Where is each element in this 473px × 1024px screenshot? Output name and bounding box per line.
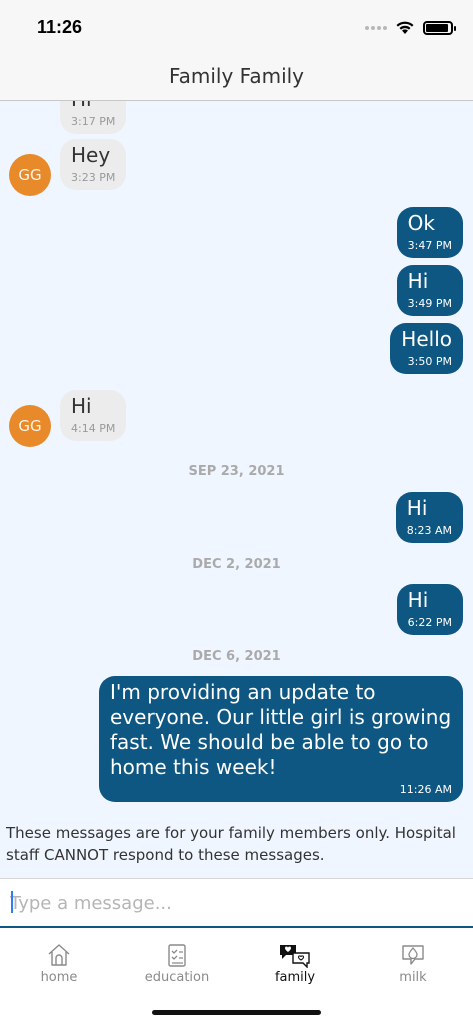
navigation-bar: Family Family [0,52,473,101]
incoming-message-bubble[interactable]: Hi 3:17 PM [60,101,127,134]
message-time: 4:14 PM [71,422,116,435]
message-item: Hello 3:50 PM [390,323,463,374]
message-item: I'm providing an update to everyone. Our… [99,676,463,802]
message-time: 6:22 PM [407,616,452,629]
message-time: 8:23 AM [406,524,452,537]
status-indicators [365,20,456,35]
message-input[interactable] [10,889,460,917]
message-text: Hey [71,143,111,167]
outgoing-message-bubble[interactable]: Ok 3:47 PM [396,207,463,258]
tab-milk[interactable]: milk [354,942,472,985]
message-composer [0,878,473,928]
chat-bubbles-icon [280,945,310,968]
cellular-signal-icon [365,25,387,30]
tab-bar: home education family milk [0,930,473,1024]
message-item: Hi 3:17 PM [60,101,127,134]
message-text: Hi [406,496,428,520]
message-item: Ok 3:47 PM [396,207,463,258]
message-text: Hello [401,327,452,351]
avatar[interactable]: GG [9,154,51,196]
message-time: 3:23 PM [71,171,116,184]
message-time: 11:26 AM [399,783,452,796]
status-time: 11:26 [37,17,83,37]
tab-education[interactable]: education [118,942,236,985]
message-text: Ok [407,211,435,235]
battery-level [426,23,448,32]
tab-label: family [274,970,316,985]
tab-label: home [40,970,78,985]
message-time: 3:49 PM [407,297,452,310]
message-time: 3:47 PM [407,239,452,252]
message-item: Hi 4:14 PM [60,390,127,441]
message-text: I'm providing an update to everyone. Our… [110,680,452,779]
message-item: Hi 6:22 PM [396,584,463,635]
message-time: 3:17 PM [71,115,116,128]
message-item: Hey 3:23 PM [60,139,127,190]
family-only-disclaimer: These messages are for your family membe… [6,824,456,864]
message-item: Hi 8:23 AM [395,492,463,543]
text-cursor [11,891,13,913]
page-title: Family Family [168,64,305,88]
incoming-message-bubble[interactable]: Hi 4:14 PM [60,390,127,441]
home-indicator[interactable] [152,1010,321,1015]
milk-drop-icon [402,945,424,965]
message-text: Hi [407,269,429,293]
checklist-icon [168,944,186,967]
outgoing-message-bubble[interactable]: Hi 8:23 AM [395,492,463,543]
battery-icon [423,20,456,35]
outgoing-message-bubble[interactable]: I'm providing an update to everyone. Our… [99,676,463,802]
avatar[interactable]: GG [9,405,51,447]
outgoing-message-bubble[interactable]: Hi 6:22 PM [396,584,463,635]
tab-home[interactable]: home [0,942,118,985]
incoming-message-bubble[interactable]: Hey 3:23 PM [60,139,127,190]
date-separator: SEP 23, 2021 [188,464,285,479]
message-text: Hi [71,394,92,418]
status-bar: 11:26 [0,0,473,52]
home-icon [48,944,70,966]
message-text: Hi [71,101,115,112]
message-time: 3:50 PM [407,355,452,368]
date-separator: DEC 2, 2021 [192,557,281,572]
date-separator: DEC 6, 2021 [192,649,281,664]
outgoing-message-bubble[interactable]: Hi 3:49 PM [396,265,463,316]
tab-label: milk [399,970,427,985]
message-item: Hi 3:49 PM [396,265,463,316]
message-list[interactable]: Hi 3:17 PM GG Hey 3:23 PM Ok 3:47 PM Hi … [0,101,473,878]
outgoing-message-bubble[interactable]: Hello 3:50 PM [390,323,463,374]
wifi-icon [396,21,414,34]
tab-label: education [144,970,210,985]
message-text: Hi [407,588,429,612]
tab-family[interactable]: family [236,942,354,985]
